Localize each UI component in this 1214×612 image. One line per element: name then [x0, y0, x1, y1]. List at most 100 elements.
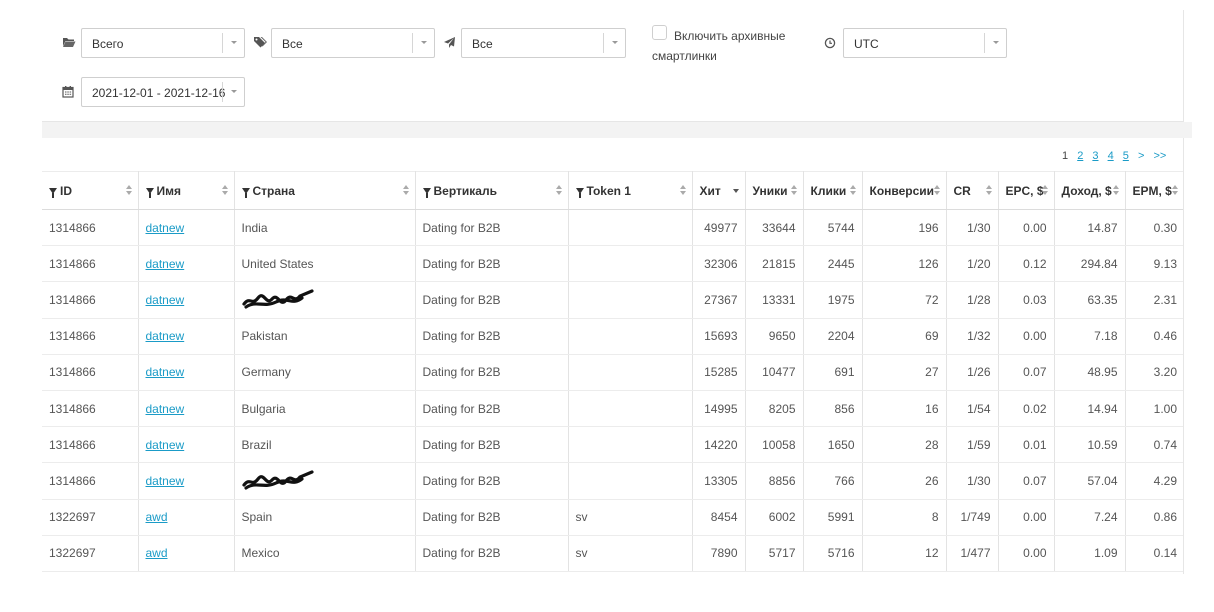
sort-icon[interactable] — [1112, 185, 1119, 197]
column-header-clicks[interactable]: Клики — [803, 171, 863, 210]
pagination-page-2[interactable]: 2 — [1077, 150, 1083, 162]
cell-uniques: 9650 — [745, 318, 804, 355]
sort-icon[interactable] — [849, 185, 856, 197]
pagination-page-3[interactable]: 3 — [1092, 150, 1098, 162]
cell-name[interactable]: datnew — [138, 462, 235, 500]
cell-country — [234, 281, 416, 319]
timezone-select[interactable]: UTC — [843, 28, 1007, 58]
cell-clicks: 856 — [803, 390, 863, 428]
smartlink-name-link[interactable]: datnew — [146, 257, 185, 271]
cell-token — [568, 462, 693, 500]
column-header-label: Вертикаль — [433, 183, 497, 198]
column-header-vertical[interactable]: Вертикаль — [415, 171, 569, 210]
cell-name[interactable]: awd — [138, 499, 235, 536]
sort-icon[interactable] — [221, 185, 228, 197]
column-header-hits[interactable]: Хит — [692, 171, 746, 210]
smartlink-name-link[interactable]: datnew — [146, 365, 185, 379]
traffic-select[interactable]: Все — [461, 28, 626, 58]
filter-icon[interactable] — [49, 187, 57, 198]
chevron-down-icon[interactable] — [412, 33, 434, 53]
sort-icon[interactable] — [732, 185, 739, 197]
smartlink-name-link[interactable]: datnew — [146, 293, 185, 307]
table-row: 1314866 datnew United States Dating for B2B… — [42, 245, 1183, 283]
date-range-picker[interactable]: 2021-12-01 - 2021-12-16 — [81, 77, 245, 107]
pagination-page-4[interactable]: 4 — [1108, 150, 1114, 162]
sort-icon[interactable] — [985, 185, 992, 197]
smartlink-name-link[interactable]: awd — [146, 510, 168, 524]
column-header-uniques[interactable]: Уники — [745, 171, 804, 210]
column-header-label: EPM, $ — [1132, 183, 1172, 198]
filter-icon[interactable] — [145, 187, 154, 198]
filter-icon[interactable] — [422, 187, 431, 198]
cell-cr: 1/32 — [946, 318, 999, 355]
cell-country: Germany — [234, 354, 416, 391]
sort-icon[interactable] — [1172, 185, 1178, 197]
filter-icon[interactable] — [241, 187, 250, 198]
pagination-page-5[interactable]: 5 — [1123, 150, 1129, 162]
column-header-cr[interactable]: CR — [946, 171, 999, 210]
chevron-down-icon[interactable] — [603, 33, 625, 53]
cell-epm: 0.74 — [1125, 426, 1183, 464]
folder-icon — [62, 36, 76, 48]
sort-icon[interactable] — [1041, 185, 1048, 197]
column-header-label: EPC, $ — [1005, 183, 1044, 198]
chevron-down-icon[interactable] — [222, 82, 244, 102]
cell-uniques: 8856 — [745, 462, 804, 500]
column-header-revenue[interactable]: Доход, $ — [1054, 171, 1126, 210]
table-row: 1314866 datnew Dating for B2B 27367 13331 197… — [42, 281, 1183, 319]
cell-clicks: 1650 — [803, 426, 863, 464]
cell-name[interactable]: datnew — [138, 426, 235, 464]
cell-epm: 0.30 — [1125, 209, 1183, 247]
column-header-id[interactable]: ID — [42, 171, 139, 210]
cell-epc: 0.01 — [998, 426, 1055, 464]
column-header-country[interactable]: Страна — [234, 171, 416, 210]
cell-name[interactable]: awd — [138, 535, 235, 572]
table-row: 1314866 datnew Brazil Dating for B2B 14220 10… — [42, 426, 1183, 464]
cell-conv: 26 — [862, 462, 947, 500]
pagination-last[interactable]: >> — [1153, 150, 1166, 162]
smartlink-name-link[interactable]: datnew — [146, 402, 185, 416]
cell-name[interactable]: datnew — [138, 354, 235, 391]
cell-id: 1314866 — [42, 354, 139, 391]
column-header-conv[interactable]: Конверсии — [862, 171, 947, 210]
cell-name[interactable]: datnew — [138, 390, 235, 428]
cell-name[interactable]: datnew — [138, 209, 235, 247]
sort-icon[interactable] — [555, 185, 562, 197]
smartlink-name-link[interactable]: datnew — [146, 474, 185, 488]
column-header-token[interactable]: Token 1 — [568, 171, 693, 210]
sort-icon[interactable] — [790, 185, 797, 197]
cell-conv: 126 — [862, 245, 947, 283]
archive-checkbox-label[interactable]: Включить архивные смартлинки — [652, 26, 792, 66]
cell-name[interactable]: datnew — [138, 281, 235, 319]
column-header-epm[interactable]: EPM, $ — [1125, 171, 1183, 210]
column-header-name[interactable]: Имя — [138, 171, 235, 210]
chevron-down-icon[interactable] — [984, 33, 1006, 53]
tags-select[interactable]: Все — [271, 28, 435, 58]
table-row: 1314866 datnew Pakistan Dating for B2B 15693… — [42, 318, 1183, 355]
sort-icon[interactable] — [125, 185, 132, 197]
sort-icon[interactable] — [679, 185, 686, 197]
cell-token — [568, 354, 693, 391]
scope-select[interactable]: Всего — [81, 28, 245, 58]
cell-revenue: 14.94 — [1054, 390, 1126, 428]
cell-epm: 9.13 — [1125, 245, 1183, 283]
sort-icon[interactable] — [933, 185, 940, 197]
smartlink-name-link[interactable]: awd — [146, 546, 168, 560]
pagination-next[interactable]: > — [1138, 150, 1144, 162]
table-row: 1314866 datnew Germany Dating for B2B 15285 1… — [42, 354, 1183, 391]
cell-name[interactable]: datnew — [138, 245, 235, 283]
cell-conv: 16 — [862, 390, 947, 428]
smartlink-name-link[interactable]: datnew — [146, 329, 185, 343]
cell-name[interactable]: datnew — [138, 318, 235, 355]
sort-icon[interactable] — [402, 185, 409, 197]
cell-revenue: 7.24 — [1054, 499, 1126, 536]
cell-clicks: 2204 — [803, 318, 863, 355]
chevron-down-icon[interactable] — [222, 33, 244, 53]
smartlink-name-link[interactable]: datnew — [146, 438, 185, 452]
smartlink-name-link[interactable]: datnew — [146, 221, 185, 235]
column-header-epc[interactable]: EPC, $ — [998, 171, 1055, 210]
filter-icon[interactable] — [575, 187, 584, 198]
cell-id: 1314866 — [42, 281, 139, 319]
cell-hits: 14220 — [692, 426, 746, 464]
clock-icon — [824, 37, 838, 49]
